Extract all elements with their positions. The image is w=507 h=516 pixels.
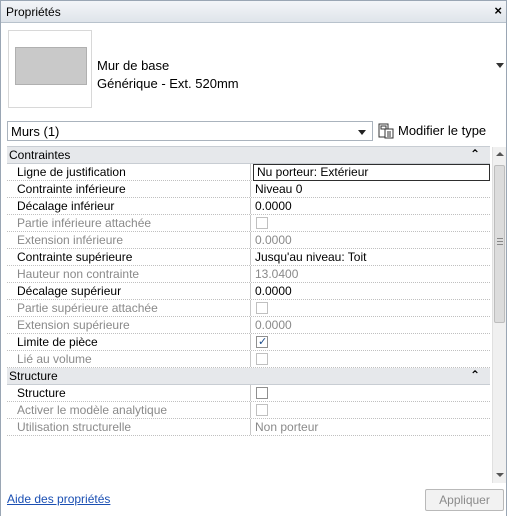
property-name: Décalage inférieur [7, 198, 251, 214]
property-row: Extension supérieure 0.0000 [7, 317, 490, 334]
group-name: Contraintes [9, 148, 71, 162]
instance-filter-label: Murs (1) [11, 124, 60, 139]
property-name: Activer le modèle analytique [7, 402, 251, 418]
property-value-cell [252, 351, 490, 367]
property-row: Contrainte supérieure Jusqu'au niveau: To… [7, 249, 490, 266]
property-value-cell[interactable] [252, 385, 490, 401]
group-name: Structure [9, 369, 58, 383]
property-row: Décalage inférieur 0.0000 [7, 198, 490, 215]
property-value[interactable]: 0.0000 [252, 198, 490, 214]
properties-grid: Contraintes ⌃ Ligne de justification Nu por… [7, 146, 490, 484]
type-preview-thumbnail [8, 30, 92, 108]
checkbox [256, 217, 268, 229]
property-value-cell [252, 300, 490, 316]
checkbox[interactable] [256, 387, 268, 399]
property-name: Extension supérieure [7, 317, 251, 333]
property-value[interactable]: Nu porteur: Extérieur [253, 164, 490, 181]
property-row: Extension inférieure 0.0000 [7, 232, 490, 249]
property-row: Lié au volume [7, 351, 490, 368]
chevron-down-icon [358, 130, 366, 135]
edit-type-icon [378, 123, 394, 139]
property-row: Décalage supérieur 0.0000 [7, 283, 490, 300]
property-name: Structure [7, 385, 251, 401]
scrollbar-thumb[interactable] [494, 165, 505, 323]
property-value[interactable]: Jusqu'au niveau: Toit [252, 249, 490, 265]
property-name: Partie inférieure attachée [7, 215, 251, 231]
chevron-down-icon[interactable] [496, 63, 504, 68]
property-value-cell [252, 215, 490, 231]
properties-help-link[interactable]: Aide des propriétés [7, 492, 110, 506]
wall-swatch [15, 47, 87, 85]
collapse-icon[interactable]: ⌃ [470, 147, 480, 161]
property-row: Activer le modèle analytique [7, 402, 490, 419]
property-row: Contrainte inférieure Niveau 0 [7, 181, 490, 198]
apply-button[interactable]: Appliquer [425, 489, 504, 511]
property-row: Limite de pièce ✓ [7, 334, 490, 351]
property-name: Extension inférieure [7, 232, 251, 248]
window-title: Propriétés [6, 5, 61, 19]
property-name: Ligne de justification [7, 164, 251, 180]
property-name: Hauteur non contrainte [7, 266, 251, 282]
property-name: Contrainte inférieure [7, 181, 251, 197]
grip-line [497, 244, 503, 245]
property-group-header[interactable]: Structure ⌃ [7, 368, 490, 385]
property-value: 0.0000 [255, 318, 292, 332]
grip-line [497, 241, 503, 242]
property-row: Partie inférieure attachée [7, 215, 490, 232]
property-name: Limite de pièce [7, 334, 251, 350]
property-value: 0.0000 [255, 233, 292, 247]
scroll-up-icon[interactable] [496, 152, 504, 156]
edit-type-label: Modifier le type [398, 123, 487, 138]
property-group-header[interactable]: Contraintes ⌃ [7, 147, 490, 164]
property-name: Lié au volume [7, 351, 251, 367]
collapse-icon[interactable]: ⌃ [470, 368, 480, 382]
grip-line [497, 238, 503, 239]
edit-type-button[interactable]: Modifier le type [378, 121, 506, 141]
property-name: Utilisation structurelle [7, 419, 251, 435]
check-icon: ✓ [258, 336, 268, 348]
instance-filter-dropdown[interactable]: Murs (1) [7, 121, 373, 141]
property-row: Ligne de justification Nu porteur: Extéri… [7, 164, 490, 181]
close-icon[interactable]: × [494, 3, 502, 18]
property-value[interactable]: Niveau 0 [252, 181, 490, 197]
property-value: 13.0400 [255, 267, 299, 281]
title-bar[interactable]: Propriétés × [1, 1, 506, 23]
scroll-down-icon[interactable] [496, 473, 504, 477]
checkbox-checked[interactable]: ✓ [256, 336, 268, 348]
type-name: Générique - Ext. 520mm [97, 76, 239, 91]
property-value-cell [252, 402, 490, 418]
property-row: Hauteur non contrainte 13.0400 [7, 266, 490, 283]
vertical-scrollbar[interactable] [492, 147, 506, 483]
property-row: Utilisation structurelle Non porteur [7, 419, 490, 436]
property-row: Partie supérieure attachée [7, 300, 490, 317]
type-selector[interactable]: Mur de base Générique - Ext. 520mm [1, 23, 506, 118]
property-name: Partie supérieure attachée [7, 300, 251, 316]
properties-palette: Propriétés × Mur de base Générique - Ext… [0, 0, 507, 516]
checkbox [256, 302, 268, 314]
property-name: Contrainte supérieure [7, 249, 251, 265]
property-value: Non porteur [255, 420, 319, 434]
footer: Aide des propriétés Appliquer [1, 487, 506, 516]
property-value[interactable]: 0.0000 [252, 283, 490, 299]
property-name: Décalage supérieur [7, 283, 251, 299]
checkbox [256, 353, 268, 365]
type-family-name: Mur de base [97, 58, 170, 73]
property-value-cell[interactable]: ✓ [252, 334, 490, 350]
property-row: Structure [7, 385, 490, 402]
checkbox [256, 404, 268, 416]
